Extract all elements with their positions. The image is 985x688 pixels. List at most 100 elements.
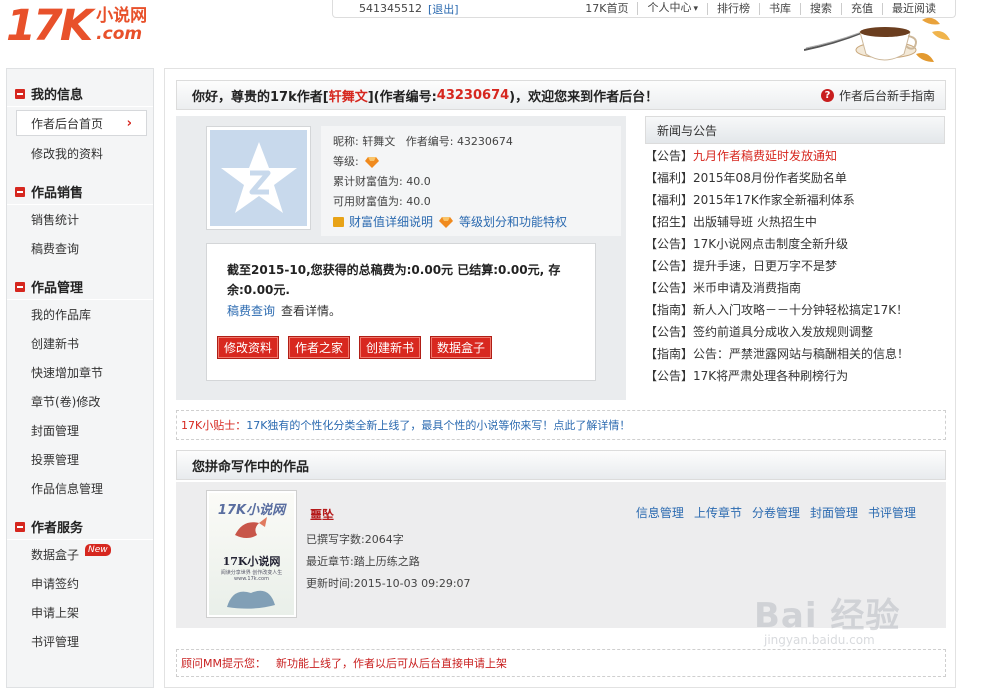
welcome-bar: 你好，尊贵的17k作者[轩舞文](作者编号: 43230674)，欢迎您来到作者后…	[176, 80, 946, 110]
earnings-summary: 截至2015-10,您获得的总稿费为:0.00元 已结算:0.00元, 存余:0…	[227, 263, 561, 297]
logout-link[interactable]: [退出]	[428, 1, 459, 17]
news-item[interactable]: 【公告】17K小说网点击制度全新升级	[645, 233, 945, 255]
coffee-cup-decoration	[804, 17, 950, 62]
sidebar-item-data-box[interactable]: 数据盒子 New	[7, 540, 153, 569]
collapse-icon[interactable]	[15, 281, 25, 292]
sidebar-item-apply-shelf[interactable]: 申请上架	[7, 598, 153, 627]
nav-ranking[interactable]: 排行榜	[707, 2, 759, 15]
collapse-icon[interactable]	[15, 186, 25, 197]
news-title-link[interactable]: 九月作者稿费延时发放通知	[693, 149, 837, 163]
news-category: 【公告】	[645, 281, 694, 295]
news-item[interactable]: 【招生】出版辅导班 火热招生中	[645, 211, 945, 233]
news-item[interactable]: 【公告】17K将严肃处理各种刷榜行为	[645, 365, 945, 387]
sidebar-item-vote-manage[interactable]: 投票管理	[7, 445, 153, 474]
avatar[interactable]	[206, 126, 311, 230]
news-item[interactable]: 【指南】公告：严禁泄露网站与稿酬相关的信息！	[645, 343, 945, 365]
news-title: 新闻与公告	[645, 116, 945, 144]
news-title-link[interactable]: 签约前道具分成收入发放规则调整	[693, 325, 873, 339]
sidebar-section-services: 作者服务 数据盒子 New 申请签约 申请上架 书评管理	[7, 514, 153, 656]
edit-profile-button[interactable]: 修改资料	[217, 336, 280, 359]
nav-library[interactable]: 书库	[759, 2, 800, 15]
default-avatar-star-icon	[220, 142, 297, 213]
news-category: 【指南】	[645, 347, 694, 361]
book-meta: 已撰写字数:2064字 最近章节:踏上历练之路 更新时间:2015-10-03 …	[306, 529, 471, 595]
news-item[interactable]: 【福利】2015年17K作家全新福利体系	[645, 189, 945, 211]
sidebar-item-review-manage[interactable]: 书评管理	[7, 627, 153, 656]
news-title-link[interactable]: 2015年17K作家全新福利体系	[693, 193, 855, 207]
book-word-count: 已撰写字数:2064字	[306, 533, 404, 546]
work-card: 17K小说网 17K小说网 阅读分享世界 创作改变人生 www.17k.com …	[176, 482, 946, 628]
news-title-link[interactable]: 米币申请及消费指南	[693, 281, 801, 295]
newbie-guide-link[interactable]: ? 作者后台新手指南	[820, 87, 935, 104]
news-item[interactable]: 【公告】签约前道具分成收入发放规则调整	[645, 321, 945, 343]
tip-label: 17K小贴士：	[181, 419, 247, 432]
book-cover[interactable]: 17K小说网 17K小说网 阅读分享世界 创作改变人生 www.17k.com	[206, 490, 297, 618]
news-category: 【指南】	[645, 303, 694, 317]
author-name[interactable]: 轩舞文	[329, 86, 368, 105]
sidebar-item-my-works[interactable]: 我的作品库	[7, 300, 153, 329]
sidebar-item-cover-manage[interactable]: 封面管理	[7, 416, 153, 445]
sidebar-item-work-info[interactable]: 作品信息管理	[7, 474, 153, 503]
news-category: 【公告】	[645, 325, 694, 339]
news-title-link[interactable]: 新人入门攻略－－十分钟轻松搞定17K！	[693, 303, 908, 317]
volume-manage-link[interactable]: 分卷管理	[752, 504, 800, 521]
tip-bar[interactable]: 17K小贴士： 17K独有的个性化分类全新上线了，最具个性的小说等你来写！点此了解…	[176, 410, 946, 440]
sidebar-item-quick-add-chapter[interactable]: 快速增加章节	[7, 358, 153, 387]
sidebar-item-create-book[interactable]: 创建新书	[7, 329, 153, 358]
collapse-icon[interactable]	[15, 88, 25, 99]
sidebar-section-my-info: 我的信息 作者后台首页 › 修改我的资料	[7, 81, 153, 168]
sidebar-section-title: 作者服务	[7, 514, 153, 540]
news-item[interactable]: 【福利】2015年08月份作者奖励名单	[645, 167, 945, 189]
nav-personal-center[interactable]: 个人中心 ▾	[637, 2, 707, 15]
level-privilege-link[interactable]: 等级划分和功能特权	[459, 212, 567, 232]
news-title-link[interactable]: 2015年08月份作者奖励名单	[693, 171, 847, 185]
diamond-level-icon	[364, 156, 379, 168]
book-latest-chapter: 最近章节:踏上历练之路	[306, 555, 420, 568]
book-title-link[interactable]: 噩坠	[310, 506, 334, 523]
nav-recent-reading[interactable]: 最近阅读	[882, 2, 945, 15]
create-book-button[interactable]: 创建新书	[359, 336, 422, 359]
sidebar-item-edit-profile[interactable]: 修改我的资料	[7, 139, 153, 168]
review-manage-link[interactable]: 书评管理	[868, 504, 916, 521]
profile-info: 昵称: 轩舞文 作者编号: 43230674 等级: 累计财富值为: 40.0 …	[321, 126, 621, 236]
sidebar-item-sales-stats[interactable]: 销售统计	[7, 205, 153, 234]
nav-home[interactable]: 17K首页	[576, 2, 637, 15]
info-manage-link[interactable]: 信息管理	[636, 504, 684, 521]
site-logo[interactable]: 17K 小说网 .com	[6, 4, 147, 50]
author-home-button[interactable]: 作者之家	[288, 336, 351, 359]
news-category: 【公告】	[645, 369, 694, 383]
news-item[interactable]: 【公告】米币申请及消费指南	[645, 277, 945, 299]
cover-manage-link[interactable]: 封面管理	[810, 504, 858, 521]
news-category: 【公告】	[645, 259, 694, 273]
consultant-notice: 顾问MM提示您： 新功能上线了，作者以后可从后台直接申请上架	[176, 649, 946, 677]
wealth-icon	[333, 217, 344, 227]
profile-panel: 昵称: 轩舞文 作者编号: 43230674 等级: 累计财富值为: 40.0 …	[176, 116, 626, 400]
news-title-link[interactable]: 公告：严禁泄露网站与稿酬相关的信息！	[693, 347, 909, 361]
sidebar-item-apply-sign[interactable]: 申请签约	[7, 569, 153, 598]
news-title-link[interactable]: 提升手速，日更万字不是梦	[693, 259, 837, 273]
notice-text: 新功能上线了，作者以后可从后台直接申请上架	[275, 657, 507, 670]
sidebar-item-edit-chapter[interactable]: 章节(卷)修改	[7, 387, 153, 416]
sidebar-section-works: 作品管理 我的作品库 创建新书 快速增加章节 章节(卷)修改 封面管理 投票管理…	[7, 274, 153, 503]
news-title-link[interactable]: 17K小说网点击制度全新升级	[693, 237, 848, 251]
royalty-query-link[interactable]: 稿费查询	[227, 304, 275, 318]
news-item[interactable]: 【公告】九月作者稿费延时发放通知	[645, 145, 945, 167]
news-title-link[interactable]: 出版辅导班 火热招生中	[693, 215, 817, 229]
new-badge: New	[85, 543, 111, 556]
nickname: 轩舞文	[362, 135, 396, 148]
works-title: 您拼命写作中的作品	[176, 450, 946, 480]
available-wealth: 可用财富值为: 40.0	[333, 195, 431, 208]
data-box-button[interactable]: 数据盒子	[430, 336, 493, 359]
tip-text[interactable]: 17K独有的个性化分类全新上线了，最具个性的小说等你来写！点此了解详情！	[246, 417, 630, 433]
collapse-icon[interactable]	[15, 521, 25, 532]
sidebar-item-author-home[interactable]: 作者后台首页 ›	[16, 110, 147, 136]
sidebar-section-title: 作品管理	[7, 274, 153, 300]
upload-chapter-link[interactable]: 上传章节	[694, 504, 742, 521]
news-title-link[interactable]: 17K将严肃处理各种刷榜行为	[693, 369, 848, 383]
news-item[interactable]: 【公告】提升手速，日更万字不是梦	[645, 255, 945, 277]
wealth-detail-link[interactable]: 财富值详细说明	[349, 212, 433, 232]
news-item[interactable]: 【指南】新人入门攻略－－十分钟轻松搞定17K！	[645, 299, 945, 321]
nav-search[interactable]: 搜索	[800, 2, 841, 15]
sidebar-item-royalty-query[interactable]: 稿费查询	[7, 234, 153, 263]
nav-recharge[interactable]: 充值	[841, 2, 882, 15]
